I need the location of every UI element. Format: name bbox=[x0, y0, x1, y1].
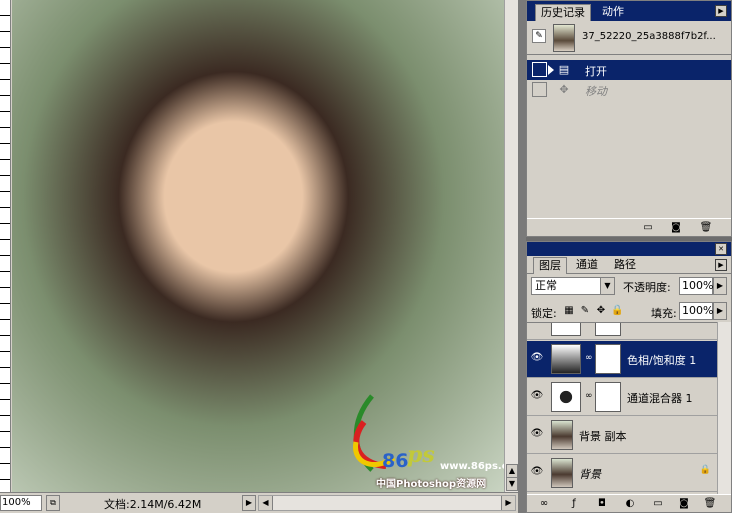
panel-menu-icon[interactable]: ▶ bbox=[715, 5, 727, 17]
layers-scrollbar[interactable] bbox=[717, 322, 731, 494]
layer-background[interactable]: 👁 背景 🔒 bbox=[527, 455, 717, 492]
adjustment-thumbnail bbox=[551, 344, 581, 374]
fill-field[interactable]: 100% bbox=[679, 302, 713, 320]
horizontal-scrollbar[interactable]: ◀ ▶ bbox=[258, 495, 516, 511]
layer-channel-mixer[interactable]: 👁 ∞ 通道混合器 1 bbox=[527, 379, 717, 416]
layer-thumbnail bbox=[551, 323, 581, 336]
layers-menu-icon[interactable]: ▶ bbox=[715, 259, 727, 271]
trash-icon[interactable]: 🗑 bbox=[703, 497, 717, 511]
watermark-url: www.86ps.com bbox=[440, 461, 504, 472]
fill-slider-icon[interactable]: ▶ bbox=[713, 302, 727, 320]
new-snapshot-icon[interactable]: ◙ bbox=[669, 221, 683, 235]
workspace-gap bbox=[518, 0, 526, 513]
history-brush-source-box[interactable] bbox=[532, 62, 547, 77]
link-layers-icon[interactable]: ∞ bbox=[537, 497, 551, 511]
trash-icon[interactable]: 🗑 bbox=[699, 221, 713, 235]
lock-paint-icon[interactable]: ✎ bbox=[579, 305, 591, 317]
eye-icon[interactable]: 👁 bbox=[529, 388, 545, 404]
close-icon[interactable]: ✕ bbox=[715, 243, 727, 255]
lock-label: 锁定: bbox=[531, 307, 557, 320]
chain-link-icon[interactable]: ∞ bbox=[585, 391, 593, 401]
tab-paths[interactable]: 路径 bbox=[609, 257, 641, 274]
history-brush-icon[interactable]: ✎ bbox=[532, 29, 546, 43]
move-tool-icon: ✥ bbox=[559, 83, 569, 96]
history-item-label: 打开 bbox=[585, 65, 607, 78]
history-state-marker-icon bbox=[548, 65, 554, 75]
layer-name: 色相/饱和度 1 bbox=[627, 354, 697, 367]
status-menu-icon[interactable]: ⧉ bbox=[46, 495, 60, 511]
blend-mode-select[interactable]: 正常 ▼ bbox=[531, 277, 615, 295]
tab-layers[interactable]: 图层 bbox=[533, 257, 567, 274]
new-document-from-state-icon[interactable]: ▭ bbox=[641, 221, 655, 235]
new-layer-icon[interactable]: ◙ bbox=[677, 497, 691, 511]
layer-name: 背景 副本 bbox=[579, 430, 627, 443]
snapshot-label: 37_52220_25a3888f7b2f... bbox=[582, 31, 716, 42]
layer-list: 👁 ∞ 色相/饱和度 1 👁 ∞ 通道混合器 1 👁 背景 副本 👁 背景 🔒 bbox=[527, 322, 731, 494]
layer-name: 背景 bbox=[579, 468, 601, 481]
layers-tab-bar: 图层 通道 路径 ▶ bbox=[527, 256, 731, 274]
opacity-field[interactable]: 100% bbox=[679, 277, 713, 295]
layer-name: 通道混合器 1 bbox=[627, 392, 693, 405]
status-bar: 100% ⧉ 文档:2.14M/6.42M ▶ ◀ ▶ bbox=[0, 492, 518, 513]
scroll-down-icon[interactable]: ▼ bbox=[506, 477, 518, 491]
tab-actions[interactable]: 动作 bbox=[597, 4, 629, 21]
history-item-move[interactable]: ✥ 移动 bbox=[527, 80, 731, 100]
history-footer: ▭ ◙ 🗑 bbox=[527, 218, 731, 236]
layer-thumbnail bbox=[551, 420, 573, 450]
layer-background-copy[interactable]: 👁 背景 副本 bbox=[527, 417, 717, 454]
vertical-scrollbar[interactable]: ▲ ▼ bbox=[504, 0, 518, 492]
blend-mode-value: 正常 bbox=[535, 279, 557, 292]
tab-history[interactable]: 历史记录 bbox=[535, 4, 591, 21]
scroll-left-icon[interactable]: ◀ bbox=[259, 496, 273, 510]
history-panel: 历史记录 动作 ▶ ✎ 37_52220_25a3888f7b2f... ▤ 打… bbox=[526, 0, 732, 237]
document-icon: ▤ bbox=[558, 63, 570, 76]
snapshot-thumbnail bbox=[553, 24, 575, 52]
watermark-ps-text: ps bbox=[407, 442, 435, 468]
lock-move-icon[interactable]: ✥ bbox=[595, 305, 607, 317]
layers-title-bar: ✕ bbox=[527, 242, 731, 256]
layers-panel: ✕ 图层 通道 路径 ▶ 正常 ▼ 不透明度: 100% ▶ 锁定: ▦ ✎ ✥… bbox=[526, 241, 732, 513]
layer-row-partial[interactable] bbox=[527, 323, 717, 340]
doc-size-info: 文档:2.14M/6.42M bbox=[104, 498, 202, 511]
adjustment-thumbnail bbox=[551, 382, 581, 412]
layer-mask-thumbnail bbox=[595, 344, 621, 374]
document-window: 86 ps www.86ps.com 中国Photoshop资源网 ▲ ▼ 10… bbox=[0, 0, 518, 513]
new-group-icon[interactable]: ▭ bbox=[651, 497, 665, 511]
snapshot-row[interactable]: ✎ 37_52220_25a3888f7b2f... bbox=[527, 21, 731, 55]
fill-label: 填充: bbox=[651, 307, 677, 320]
opacity-slider-icon[interactable]: ▶ bbox=[713, 277, 727, 295]
lock-transparency-icon[interactable]: ▦ bbox=[563, 305, 575, 317]
vertical-ruler bbox=[0, 0, 11, 492]
history-tab-bar: 历史记录 动作 ▶ bbox=[527, 1, 731, 21]
status-arrow-icon[interactable]: ▶ bbox=[242, 495, 256, 511]
layer-style-icon[interactable]: ƒ bbox=[567, 497, 581, 511]
layer-thumbnail bbox=[551, 458, 573, 488]
watermark-site-name: 中国Photoshop资源网 bbox=[376, 479, 487, 490]
scroll-up-icon[interactable]: ▲ bbox=[506, 464, 518, 478]
chain-link-icon[interactable]: ∞ bbox=[585, 353, 593, 363]
watermark-logo: 86 ps www.86ps.com 中国Photoshop资源网 bbox=[342, 392, 504, 492]
adjustment-layer-icon[interactable]: ◐ bbox=[623, 497, 637, 511]
chevron-down-icon[interactable]: ▼ bbox=[600, 278, 614, 294]
layer-mask-thumbnail bbox=[595, 323, 621, 336]
eye-icon[interactable]: 👁 bbox=[529, 464, 545, 480]
layer-mask-thumbnail bbox=[595, 382, 621, 412]
zoom-field[interactable]: 100% bbox=[0, 495, 42, 511]
history-item-open[interactable]: ▤ 打开 bbox=[527, 60, 731, 80]
tab-channels[interactable]: 通道 bbox=[571, 257, 603, 274]
history-brush-source-box[interactable] bbox=[532, 82, 547, 97]
layers-footer: ∞ ƒ ◘ ◐ ▭ ◙ 🗑 bbox=[527, 494, 731, 512]
watermark-86-text: 86 bbox=[382, 450, 409, 472]
history-item-label: 移动 bbox=[585, 85, 607, 98]
add-mask-icon[interactable]: ◘ bbox=[595, 497, 609, 511]
lock-all-icon[interactable]: 🔒 bbox=[611, 305, 623, 317]
scroll-right-icon[interactable]: ▶ bbox=[501, 496, 515, 510]
opacity-label: 不透明度: bbox=[623, 281, 671, 294]
eye-icon[interactable]: 👁 bbox=[529, 426, 545, 442]
image-canvas[interactable]: 86 ps www.86ps.com 中国Photoshop资源网 bbox=[12, 0, 504, 492]
layer-lock-icon: 🔒 bbox=[699, 465, 711, 475]
eye-icon[interactable]: 👁 bbox=[529, 350, 545, 366]
layer-hue-saturation[interactable]: 👁 ∞ 色相/饱和度 1 bbox=[527, 341, 717, 378]
